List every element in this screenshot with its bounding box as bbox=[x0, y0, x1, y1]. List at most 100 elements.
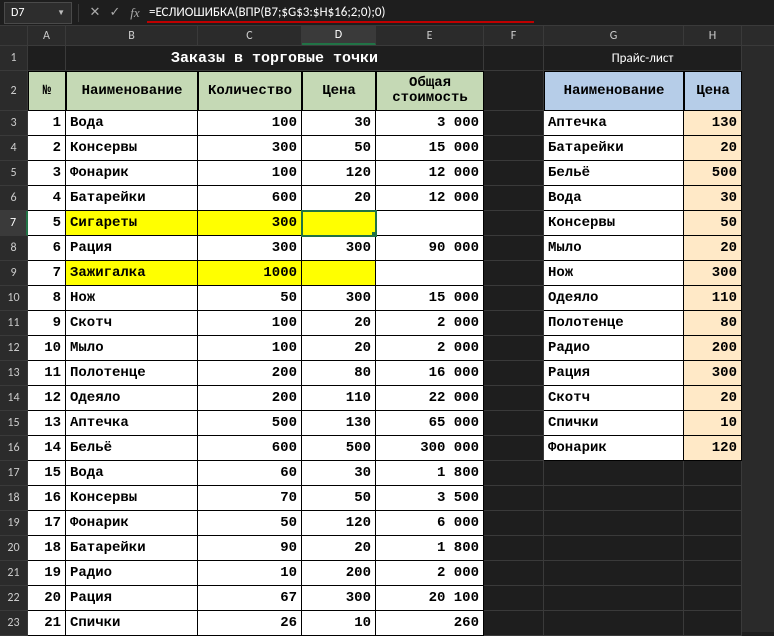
orders-qty[interactable]: 100 bbox=[198, 161, 302, 186]
name-box[interactable]: D7 ▼ bbox=[4, 2, 72, 24]
orders-name[interactable]: Консервы bbox=[66, 486, 198, 511]
accept-icon[interactable]: ✓ bbox=[105, 3, 125, 23]
pricelist-name[interactable]: Скотч bbox=[544, 386, 684, 411]
cell-G21[interactable] bbox=[544, 561, 684, 586]
cell-H20[interactable] bbox=[684, 536, 742, 561]
orders-total[interactable]: 3 500 bbox=[376, 486, 484, 511]
pricelist-name[interactable]: Батарейки bbox=[544, 136, 684, 161]
orders-name[interactable]: Рация bbox=[66, 236, 198, 261]
cell-F12[interactable] bbox=[484, 336, 544, 361]
orders-price[interactable]: 120 bbox=[302, 511, 376, 536]
spreadsheet-grid[interactable]: A B C D E F G H 1Заказы в торговые точки… bbox=[0, 26, 774, 632]
row-header-21[interactable]: 21 bbox=[0, 561, 28, 586]
row-header-17[interactable]: 17 bbox=[0, 461, 28, 486]
orders-price[interactable]: 120 bbox=[302, 161, 376, 186]
cell-F11[interactable] bbox=[484, 311, 544, 336]
pricelist-name[interactable]: Аптечка bbox=[544, 111, 684, 136]
orders-num[interactable]: 13 bbox=[28, 411, 66, 436]
orders-total[interactable]: 12 000 bbox=[376, 186, 484, 211]
row-header-13[interactable]: 13 bbox=[0, 361, 28, 386]
orders-num[interactable]: 6 bbox=[28, 236, 66, 261]
orders-qty[interactable]: 60 bbox=[198, 461, 302, 486]
orders-total[interactable]: 22 000 bbox=[376, 386, 484, 411]
orders-price[interactable]: 500 bbox=[302, 436, 376, 461]
pricelist-price[interactable]: 20 bbox=[684, 386, 742, 411]
pricelist-name[interactable]: Консервы bbox=[544, 211, 684, 236]
row-header-6[interactable]: 6 bbox=[0, 186, 28, 211]
orders-total[interactable]: 16 000 bbox=[376, 361, 484, 386]
cell-F6[interactable] bbox=[484, 186, 544, 211]
row-header-23[interactable]: 23 bbox=[0, 611, 28, 636]
orders-name[interactable]: Фонарик bbox=[66, 511, 198, 536]
pricelist-name[interactable]: Одеяло bbox=[544, 286, 684, 311]
row-header-18[interactable]: 18 bbox=[0, 486, 28, 511]
cell-G23[interactable] bbox=[544, 611, 684, 636]
row-header-2[interactable]: 2 bbox=[0, 71, 28, 111]
orders-num[interactable]: 10 bbox=[28, 336, 66, 361]
row-header-4[interactable]: 4 bbox=[0, 136, 28, 161]
orders-num[interactable]: 15 bbox=[28, 461, 66, 486]
orders-num[interactable]: 17 bbox=[28, 511, 66, 536]
orders-price[interactable]: 20 bbox=[302, 336, 376, 361]
orders-total[interactable]: 90 000 bbox=[376, 236, 484, 261]
cell-G18[interactable] bbox=[544, 486, 684, 511]
cell-F2[interactable] bbox=[484, 71, 544, 111]
cancel-icon[interactable]: ✕ bbox=[85, 3, 105, 23]
orders-qty[interactable]: 26 bbox=[198, 611, 302, 636]
orders-name[interactable]: Рация bbox=[66, 586, 198, 611]
pricelist-name[interactable]: Полотенце bbox=[544, 311, 684, 336]
pricelist-price[interactable]: 500 bbox=[684, 161, 742, 186]
orders-num[interactable]: 5 bbox=[28, 211, 66, 236]
orders-num[interactable]: 14 bbox=[28, 436, 66, 461]
row-header-5[interactable]: 5 bbox=[0, 161, 28, 186]
pricelist-price[interactable]: 130 bbox=[684, 111, 742, 136]
row-header-11[interactable]: 11 bbox=[0, 311, 28, 336]
pricelist-price[interactable]: 120 bbox=[684, 436, 742, 461]
orders-qty[interactable]: 200 bbox=[198, 386, 302, 411]
orders-total[interactable]: 300 000 bbox=[376, 436, 484, 461]
orders-price[interactable]: 300 bbox=[302, 236, 376, 261]
cell-F4[interactable] bbox=[484, 136, 544, 161]
orders-num[interactable]: 11 bbox=[28, 361, 66, 386]
orders-total[interactable]: 1 800 bbox=[376, 461, 484, 486]
cell-F18[interactable] bbox=[484, 486, 544, 511]
pricelist-name[interactable]: Нож bbox=[544, 261, 684, 286]
orders-num[interactable]: 2 bbox=[28, 136, 66, 161]
cell-F16[interactable] bbox=[484, 436, 544, 461]
cell-F10[interactable] bbox=[484, 286, 544, 311]
row-header-8[interactable]: 8 bbox=[0, 236, 28, 261]
orders-num[interactable]: 8 bbox=[28, 286, 66, 311]
pricelist-name[interactable]: Рация bbox=[544, 361, 684, 386]
pricelist-price[interactable]: 300 bbox=[684, 261, 742, 286]
orders-price[interactable]: 300 bbox=[302, 286, 376, 311]
row-header-15[interactable]: 15 bbox=[0, 411, 28, 436]
orders-name[interactable]: Сигареты bbox=[66, 211, 198, 236]
col-header-D[interactable]: D bbox=[302, 26, 376, 45]
cell-F20[interactable] bbox=[484, 536, 544, 561]
pricelist-price[interactable]: 110 bbox=[684, 286, 742, 311]
pricelist-name[interactable]: Фонарик bbox=[544, 436, 684, 461]
orders-total[interactable]: 6 000 bbox=[376, 511, 484, 536]
cell-F19[interactable] bbox=[484, 511, 544, 536]
orders-name[interactable]: Батарейки bbox=[66, 536, 198, 561]
orders-qty[interactable]: 50 bbox=[198, 511, 302, 536]
row-header-14[interactable]: 14 bbox=[0, 386, 28, 411]
cell-F21[interactable] bbox=[484, 561, 544, 586]
row-header-3[interactable]: 3 bbox=[0, 111, 28, 136]
pricelist-name[interactable]: Бельё bbox=[544, 161, 684, 186]
orders-name[interactable]: Бельё bbox=[66, 436, 198, 461]
cell-F13[interactable] bbox=[484, 361, 544, 386]
orders-qty[interactable]: 100 bbox=[198, 111, 302, 136]
pricelist-price[interactable]: 20 bbox=[684, 236, 742, 261]
orders-price[interactable]: 10 bbox=[302, 611, 376, 636]
cell-H23[interactable] bbox=[684, 611, 742, 636]
orders-price[interactable]: 30 bbox=[302, 111, 376, 136]
cell-F22[interactable] bbox=[484, 586, 544, 611]
orders-num[interactable]: 19 bbox=[28, 561, 66, 586]
orders-num[interactable]: 20 bbox=[28, 586, 66, 611]
orders-price[interactable]: 20 bbox=[302, 311, 376, 336]
cell-H18[interactable] bbox=[684, 486, 742, 511]
cell-F9[interactable] bbox=[484, 261, 544, 286]
orders-price[interactable]: 20 bbox=[302, 186, 376, 211]
orders-qty[interactable]: 1000 bbox=[198, 261, 302, 286]
